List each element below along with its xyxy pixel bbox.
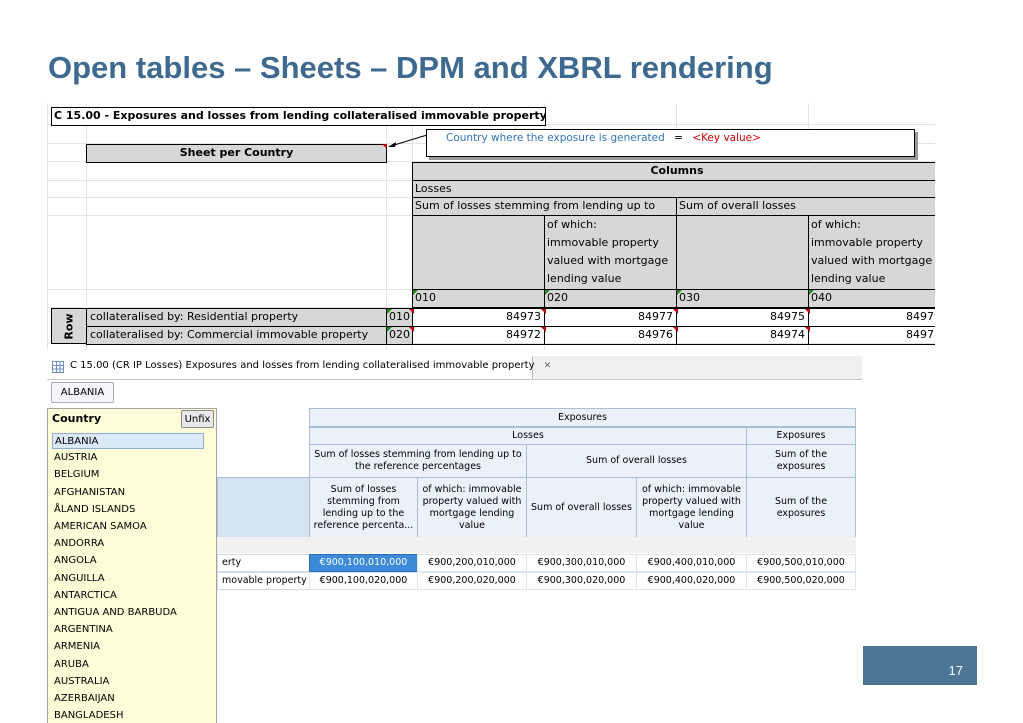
unfix-button[interactable]: Unfix — [181, 410, 214, 428]
column-header: of which: immovable property valued with… — [417, 477, 527, 538]
country-option[interactable]: ANTARCTICA — [52, 588, 204, 604]
country-option[interactable]: BELGIUM — [52, 467, 204, 483]
value-cell-selected[interactable]: €900,100,010,000 — [309, 554, 418, 572]
country-option[interactable]: ANGUILLA — [52, 571, 204, 587]
col-code: 020 — [544, 289, 677, 308]
value-cell[interactable]: €900,500,010,000 — [746, 554, 856, 572]
row-label: collateralised by: Residential property — [86, 308, 387, 327]
country-option[interactable]: ANGOLA — [52, 553, 204, 569]
table-header-exposures-sub: Exposures — [746, 427, 856, 445]
country-option[interactable]: AFGHANISTAN — [52, 485, 204, 501]
callout-value: <Key value> — [692, 132, 761, 144]
excel-template-view: C 15.00 - Exposures and losses from lend… — [47, 103, 935, 350]
value-cell[interactable]: €900,300,010,000 — [526, 554, 637, 572]
close-icon[interactable]: ✕ — [544, 361, 552, 371]
country-option[interactable]: ARGENTINA — [52, 622, 204, 638]
country-option[interactable]: ANDORRA — [52, 536, 204, 552]
value-cell[interactable]: €900,100,020,000 — [309, 572, 418, 590]
template-title: C 15.00 - Exposures and losses from lend… — [51, 107, 546, 126]
table-header-exposures: Exposures — [309, 408, 856, 427]
losses-header: Losses — [412, 180, 935, 198]
group-header-losses-up-to: Sum of losses stemming from lending up t… — [309, 444, 527, 478]
country-selector-button[interactable]: ALBANIA — [51, 382, 114, 403]
col-header-overall-losses: Sum of overall losses — [676, 197, 935, 216]
row-label: movable property — [217, 572, 310, 590]
row-label: collateralised by: Commercial immovable … — [86, 326, 387, 345]
value-cell[interactable]: €900,200,010,000 — [417, 554, 527, 572]
value-cell: 84973 — [412, 308, 545, 327]
country-dropdown: Country Unfix ALBANIA AUSTRIA BELGIUM AFGHA… — [47, 408, 217, 723]
country-option[interactable]: AMERICAN SAMOA — [52, 519, 204, 535]
group-header-sum-exposures: Sum of the exposures — [746, 444, 856, 478]
country-option[interactable]: AZERBAIJAN — [52, 691, 204, 707]
editor-tab-label: C 15.00 (CR IP Losses) Exposures and los… — [70, 360, 535, 371]
col-header-of-which-1: of which: immovable property valued with m… — [544, 215, 677, 290]
value-cell: 84976 — [544, 326, 677, 345]
value-cell: 84975 — [676, 308, 809, 327]
editor-tab[interactable]: C 15.00 (CR IP Losses) Exposures and los… — [47, 356, 551, 379]
country-option[interactable]: ANTIGUA AND BARBUDA — [52, 605, 204, 621]
country-option[interactable]: AUSTRALIA — [52, 674, 204, 690]
table-header-losses: Losses — [309, 427, 747, 445]
rendering-tool-panel: C 15.00 (CR IP Losses) Exposures and los… — [47, 356, 862, 723]
country-option[interactable]: ALBANIA — [52, 433, 204, 449]
column-header: Sum of losses stemming from lending up t… — [309, 477, 418, 538]
sheet-key-callout: Country where the exposure is generated … — [426, 129, 915, 157]
col-code: 040 — [808, 289, 935, 308]
value-cell[interactable]: €900,500,020,000 — [746, 572, 856, 590]
value-cell: 84978 — [808, 326, 935, 345]
page-number: 17 — [863, 646, 977, 685]
value-cell: 84979 — [808, 308, 935, 327]
callout-arrow-icon — [388, 134, 428, 147]
column-header: of which: immovable property valued with… — [636, 477, 747, 538]
value-cell: 84977 — [544, 308, 677, 327]
value-cell[interactable]: €900,400,020,000 — [636, 572, 747, 590]
col-code: 010 — [412, 289, 545, 308]
col-header-of-which-2: of which: immovable property valued with m… — [808, 215, 935, 290]
col-code: 030 — [676, 289, 809, 308]
value-cell[interactable]: €900,300,020,000 — [526, 572, 637, 590]
col-header-losses-up-to: Sum of losses stemming from lending up t… — [412, 197, 677, 216]
value-cell[interactable]: €900,200,020,000 — [417, 572, 527, 590]
value-cell[interactable]: €900,400,010,000 — [636, 554, 747, 572]
row-axis-label: Row — [62, 312, 76, 340]
row-header-corner — [217, 477, 310, 538]
country-option[interactable]: ÅLAND ISLANDS — [52, 502, 204, 518]
country-option[interactable]: ARMENIA — [52, 639, 204, 655]
column-header: Sum of overall losses — [526, 477, 637, 538]
editor-tab-bar: C 15.00 (CR IP Losses) Exposures and los… — [47, 356, 862, 380]
callout-equals: = — [674, 132, 683, 144]
value-cell: 84972 — [412, 326, 545, 345]
callout-label: Country where the exposure is generated — [446, 132, 665, 144]
column-header: Sum of the exposures — [746, 477, 856, 538]
table-icon — [52, 361, 64, 373]
country-option[interactable]: BANGLADESH — [52, 708, 204, 723]
slide-title: Open tables – Sheets – DPM and XBRL rend… — [48, 50, 773, 85]
group-header-overall-losses: Sum of overall losses — [526, 444, 747, 478]
value-cell: 84974 — [676, 326, 809, 345]
columns-header: Columns — [412, 162, 935, 181]
country-option[interactable]: ARUBA — [52, 657, 204, 673]
row-label: erty — [217, 554, 310, 572]
dropdown-header: Country — [52, 412, 102, 425]
country-option[interactable]: AUSTRIA — [52, 450, 204, 466]
sheet-per-country-label: Sheet per Country — [86, 144, 387, 163]
